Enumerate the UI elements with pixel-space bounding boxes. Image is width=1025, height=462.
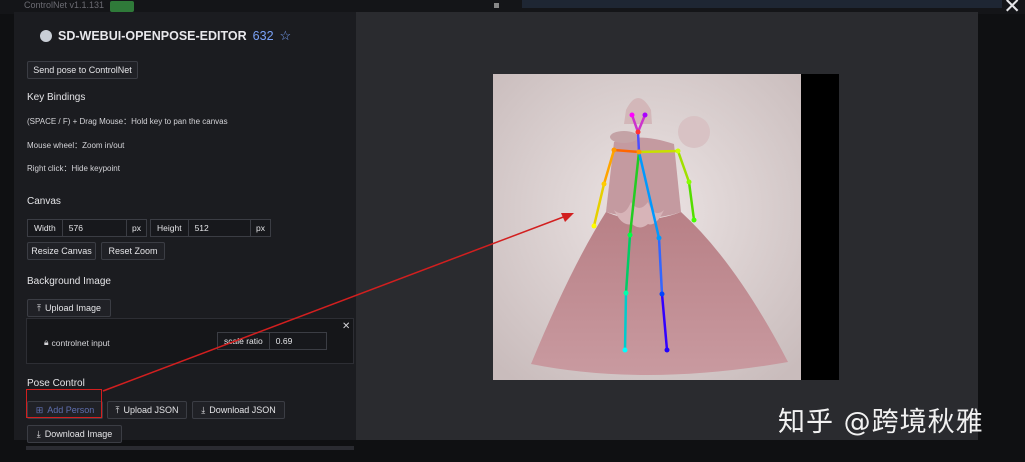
annotation-arrow	[102, 213, 574, 392]
watermark: 知乎 @跨境秋雅	[778, 407, 984, 438]
